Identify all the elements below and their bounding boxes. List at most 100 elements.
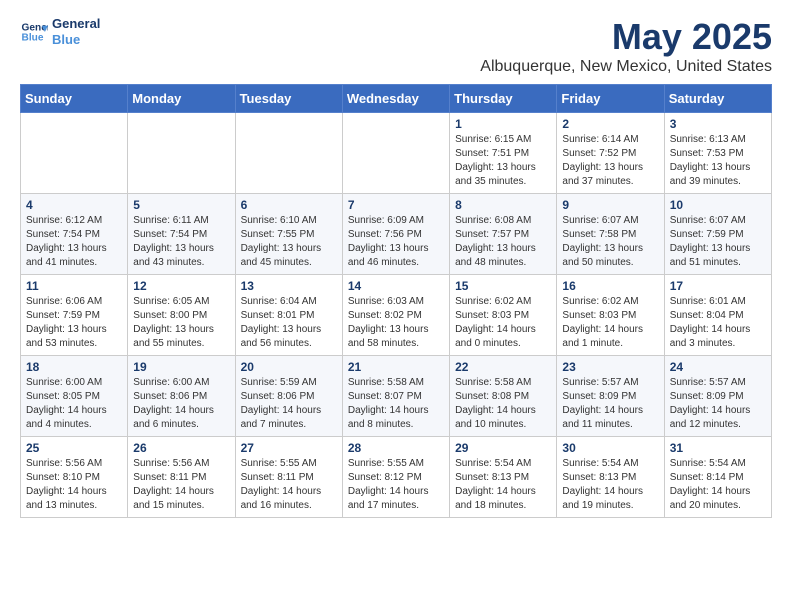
day-number: 30 <box>562 441 658 455</box>
day-cell: 15 Sunrise: 6:02 AMSunset: 8:03 PMDayligh… <box>450 275 557 356</box>
day-cell <box>21 113 128 194</box>
day-number: 23 <box>562 360 658 374</box>
day-number: 28 <box>348 441 444 455</box>
day-number: 1 <box>455 117 551 131</box>
weekday-header-friday: Friday <box>557 85 664 113</box>
day-number: 25 <box>26 441 122 455</box>
day-info: Sunrise: 6:15 AMSunset: 7:51 PMDaylight:… <box>455 133 551 189</box>
subtitle: Albuquerque, New Mexico, United States <box>480 58 772 76</box>
week-row-2: 4 Sunrise: 6:12 AMSunset: 7:54 PMDaylight… <box>21 194 772 275</box>
day-info: Sunrise: 6:09 AMSunset: 7:56 PMDaylight:… <box>348 214 444 270</box>
day-cell: 7 Sunrise: 6:09 AMSunset: 7:56 PMDaylight… <box>342 194 449 275</box>
week-row-3: 11Sunrise: 6:06 AMSunset: 7:59 PMDayligh… <box>21 275 772 356</box>
day-info: Sunrise: 6:00 AMSunset: 8:05 PMDaylight:… <box>26 376 122 432</box>
day-info: Sunrise: 6:02 AMSunset: 8:03 PMDaylight:… <box>562 295 658 351</box>
day-number: 15 <box>455 279 551 293</box>
day-cell <box>235 113 342 194</box>
day-cell: 10 Sunrise: 6:07 AMSunset: 7:59 PMDayligh… <box>664 194 771 275</box>
day-number: 22 <box>455 360 551 374</box>
day-cell: 31 Sunrise: 5:54 AMSunset: 8:14 PMDayligh… <box>664 437 771 518</box>
day-cell: 27Sunrise: 5:55 AMSunset: 8:11 PMDayligh… <box>235 437 342 518</box>
day-cell: 13 Sunrise: 6:04 AMSunset: 8:01 PMDayligh… <box>235 275 342 356</box>
week-row-4: 18 Sunrise: 6:00 AMSunset: 8:05 PMDayligh… <box>21 356 772 437</box>
title-area: May 2025 Albuquerque, New Mexico, United… <box>480 16 772 76</box>
day-number: 26 <box>133 441 229 455</box>
day-number: 16 <box>562 279 658 293</box>
day-info: Sunrise: 6:02 AMSunset: 8:03 PMDaylight:… <box>455 295 551 351</box>
weekday-header-row: SundayMondayTuesdayWednesdayThursdayFrid… <box>21 85 772 113</box>
day-number: 13 <box>241 279 337 293</box>
day-cell: 18 Sunrise: 6:00 AMSunset: 8:05 PMDayligh… <box>21 356 128 437</box>
day-info: Sunrise: 5:58 AMSunset: 8:07 PMDaylight:… <box>348 376 444 432</box>
day-cell: 25 Sunrise: 5:56 AMSunset: 8:10 PMDayligh… <box>21 437 128 518</box>
day-info: Sunrise: 5:54 AMSunset: 8:14 PMDaylight:… <box>670 457 766 513</box>
day-cell: 28 Sunrise: 5:55 AMSunset: 8:12 PMDayligh… <box>342 437 449 518</box>
day-number: 10 <box>670 198 766 212</box>
day-info: Sunrise: 5:58 AMSunset: 8:08 PMDaylight:… <box>455 376 551 432</box>
weekday-header-tuesday: Tuesday <box>235 85 342 113</box>
day-number: 2 <box>562 117 658 131</box>
day-number: 18 <box>26 360 122 374</box>
day-cell: 5Sunrise: 6:11 AMSunset: 7:54 PMDaylight… <box>128 194 235 275</box>
day-cell: 29Sunrise: 5:54 AMSunset: 8:13 PMDayligh… <box>450 437 557 518</box>
weekday-header-monday: Monday <box>128 85 235 113</box>
day-number: 12 <box>133 279 229 293</box>
day-info: Sunrise: 6:04 AMSunset: 8:01 PMDaylight:… <box>241 295 337 351</box>
week-row-5: 25 Sunrise: 5:56 AMSunset: 8:10 PMDayligh… <box>21 437 772 518</box>
day-number: 9 <box>562 198 658 212</box>
day-number: 21 <box>348 360 444 374</box>
day-number: 31 <box>670 441 766 455</box>
day-cell: 11Sunrise: 6:06 AMSunset: 7:59 PMDayligh… <box>21 275 128 356</box>
day-info: Sunrise: 5:56 AMSunset: 8:10 PMDaylight:… <box>26 457 122 513</box>
day-number: 11 <box>26 279 122 293</box>
day-number: 4 <box>26 198 122 212</box>
day-cell: 17 Sunrise: 6:01 AMSunset: 8:04 PMDayligh… <box>664 275 771 356</box>
day-number: 6 <box>241 198 337 212</box>
day-cell: 12Sunrise: 6:05 AMSunset: 8:00 PMDayligh… <box>128 275 235 356</box>
day-cell <box>342 113 449 194</box>
day-cell: 21 Sunrise: 5:58 AMSunset: 8:07 PMDayligh… <box>342 356 449 437</box>
day-cell: 16 Sunrise: 6:02 AMSunset: 8:03 PMDayligh… <box>557 275 664 356</box>
day-cell: 9 Sunrise: 6:07 AMSunset: 7:58 PMDaylight… <box>557 194 664 275</box>
day-number: 8 <box>455 198 551 212</box>
day-info: Sunrise: 5:55 AMSunset: 8:11 PMDaylight:… <box>241 457 337 513</box>
day-info: Sunrise: 6:14 AMSunset: 7:52 PMDaylight:… <box>562 133 658 189</box>
logo: General Blue General Blue <box>20 16 100 47</box>
day-number: 19 <box>133 360 229 374</box>
header: General Blue General Blue May 2025 Albuq… <box>20 16 772 76</box>
logo-line1: General <box>52 16 100 32</box>
day-info: Sunrise: 6:07 AMSunset: 7:58 PMDaylight:… <box>562 214 658 270</box>
svg-text:Blue: Blue <box>22 32 44 43</box>
day-number: 7 <box>348 198 444 212</box>
day-cell: 6 Sunrise: 6:10 AMSunset: 7:55 PMDaylight… <box>235 194 342 275</box>
day-number: 20 <box>241 360 337 374</box>
day-cell: 24 Sunrise: 5:57 AMSunset: 8:09 PMDayligh… <box>664 356 771 437</box>
day-info: Sunrise: 6:12 AMSunset: 7:54 PMDaylight:… <box>26 214 122 270</box>
main-title: May 2025 <box>480 16 772 58</box>
day-number: 14 <box>348 279 444 293</box>
day-cell: 19Sunrise: 6:00 AMSunset: 8:06 PMDayligh… <box>128 356 235 437</box>
day-info: Sunrise: 5:57 AMSunset: 8:09 PMDaylight:… <box>670 376 766 432</box>
day-cell: 3Sunrise: 6:13 AMSunset: 7:53 PMDaylight… <box>664 113 771 194</box>
calendar: SundayMondayTuesdayWednesdayThursdayFrid… <box>20 84 772 518</box>
week-row-1: 1 Sunrise: 6:15 AMSunset: 7:51 PMDaylight… <box>21 113 772 194</box>
day-info: Sunrise: 6:13 AMSunset: 7:53 PMDaylight:… <box>670 133 766 189</box>
day-info: Sunrise: 6:01 AMSunset: 8:04 PMDaylight:… <box>670 295 766 351</box>
day-number: 17 <box>670 279 766 293</box>
day-cell: 1 Sunrise: 6:15 AMSunset: 7:51 PMDaylight… <box>450 113 557 194</box>
weekday-header-thursday: Thursday <box>450 85 557 113</box>
day-info: Sunrise: 5:55 AMSunset: 8:12 PMDaylight:… <box>348 457 444 513</box>
day-info: Sunrise: 5:57 AMSunset: 8:09 PMDaylight:… <box>562 376 658 432</box>
day-cell: 30Sunrise: 5:54 AMSunset: 8:13 PMDayligh… <box>557 437 664 518</box>
day-cell: 23 Sunrise: 5:57 AMSunset: 8:09 PMDayligh… <box>557 356 664 437</box>
day-cell: 22 Sunrise: 5:58 AMSunset: 8:08 PMDayligh… <box>450 356 557 437</box>
day-info: Sunrise: 6:07 AMSunset: 7:59 PMDaylight:… <box>670 214 766 270</box>
day-cell: 14Sunrise: 6:03 AMSunset: 8:02 PMDayligh… <box>342 275 449 356</box>
day-number: 24 <box>670 360 766 374</box>
day-info: Sunrise: 6:11 AMSunset: 7:54 PMDaylight:… <box>133 214 229 270</box>
day-info: Sunrise: 5:59 AMSunset: 8:06 PMDaylight:… <box>241 376 337 432</box>
weekday-header-sunday: Sunday <box>21 85 128 113</box>
logo-line2: Blue <box>52 32 100 48</box>
day-info: Sunrise: 6:08 AMSunset: 7:57 PMDaylight:… <box>455 214 551 270</box>
day-info: Sunrise: 6:10 AMSunset: 7:55 PMDaylight:… <box>241 214 337 270</box>
